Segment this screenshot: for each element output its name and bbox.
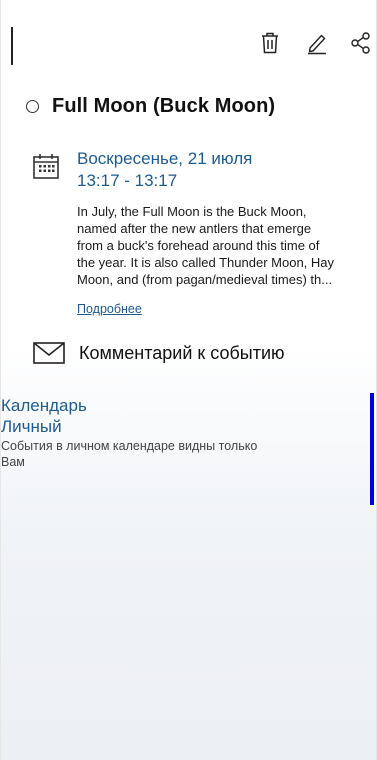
comment-label: Комментарий к событию xyxy=(79,342,285,363)
calendar-heading: Календарь xyxy=(1,396,87,415)
event-status-radio[interactable] xyxy=(26,100,39,113)
delete-button[interactable] xyxy=(255,28,285,58)
description-line: Moon, and (from pagan/medieval times) th… xyxy=(77,272,333,287)
share-icon xyxy=(351,32,370,54)
event-title: Full Moon (Buck Moon) xyxy=(52,95,276,117)
pencil-icon xyxy=(308,34,326,55)
calendar-note: События в личном календаре видны только … xyxy=(1,438,336,470)
calendar-color-bar xyxy=(370,393,374,505)
description-line: In July, the Full Moon is the Buck Moon, xyxy=(77,204,307,219)
event-details-screen: Full Moon (Buck Moon) Воскресенье, 21 ию… xyxy=(0,0,377,760)
more-link[interactable]: Подробнее xyxy=(77,302,142,316)
calendar-note-line: События в личном календаре видны только xyxy=(1,439,258,453)
envelope-icon xyxy=(33,342,65,364)
toolbar xyxy=(1,0,376,70)
trash-icon xyxy=(262,32,278,54)
description-line: the year. It is also called Thunder Moon… xyxy=(77,255,335,270)
comment-row[interactable]: Комментарий к событию xyxy=(33,342,285,364)
calendar-section[interactable]: Календарь Личный События в личном календ… xyxy=(1,395,361,470)
description-line: from a buck's forehead around this time … xyxy=(77,238,320,253)
edit-button[interactable] xyxy=(302,28,332,58)
calendar-name: Личный xyxy=(1,417,62,436)
description-line: named after the new antlers that emerge xyxy=(77,221,312,236)
event-date[interactable]: Воскресенье, 21 июля xyxy=(77,148,252,169)
text-cursor xyxy=(11,27,13,65)
calendar-note-line: Вам xyxy=(1,455,25,469)
share-button[interactable] xyxy=(346,28,376,58)
event-description: In July, the Full Moon is the Buck Moon,… xyxy=(77,203,369,288)
event-time[interactable]: 13:17 - 13:17 xyxy=(77,170,177,191)
event-title-row: Full Moon (Buck Moon) xyxy=(26,95,275,118)
calendar-icon xyxy=(33,154,59,179)
